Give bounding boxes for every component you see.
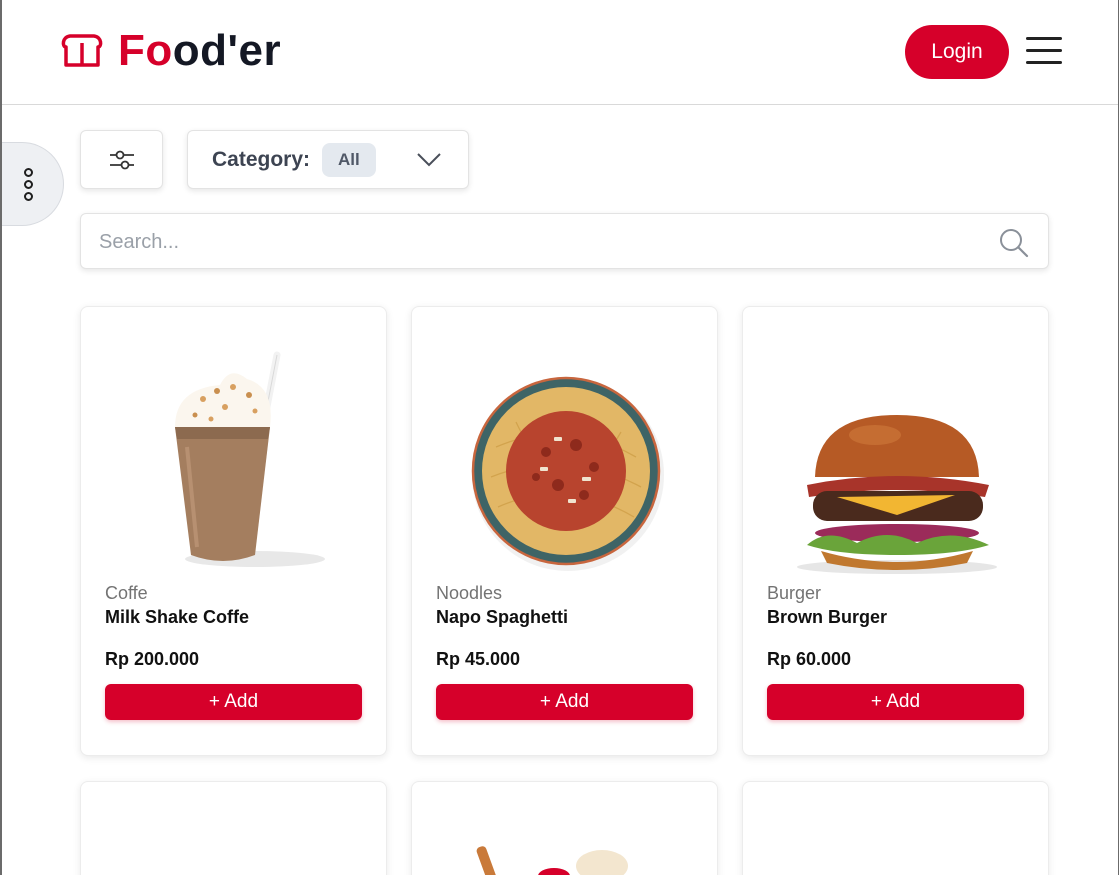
product-card[interactable]: Burger Brown Burger Rp 60.000 + Add: [742, 306, 1049, 756]
product-category: Burger: [767, 583, 822, 603]
product-card[interactable]: [80, 781, 387, 875]
product-card[interactable]: Noodles Napo Spaghetti Rp 45.000 + Add: [411, 306, 718, 756]
hamburger-menu-icon[interactable]: [1024, 34, 1064, 66]
filter-button[interactable]: [80, 130, 163, 189]
product-card[interactable]: Coffe Milk Shake Coffe Rp 200.000 + Add: [80, 306, 387, 756]
page: Food'er Login Category: All Search... Co…: [0, 0, 1119, 875]
product-category: Noodles: [436, 583, 503, 603]
brand-name: Food'er: [118, 28, 281, 74]
product-name: Brown Burger: [767, 607, 888, 627]
search-input[interactable]: [99, 226, 979, 258]
product-price: Rp 45.000: [436, 649, 521, 669]
login-button[interactable]: Login: [905, 25, 1009, 79]
sliders-icon: [109, 150, 134, 169]
product-card[interactable]: [411, 781, 718, 875]
more-vertical-icon: [24, 167, 33, 201]
product-price: Rp 200.000: [105, 649, 200, 669]
search-icon[interactable]: [998, 227, 1030, 259]
brand-logo[interactable]: Food'er: [60, 28, 281, 74]
product-category: Coffe: [105, 583, 148, 603]
add-to-cart-button[interactable]: + Add: [767, 684, 1024, 720]
brand-name-accent: Fo: [118, 26, 173, 75]
add-to-cart-button[interactable]: + Add: [105, 684, 362, 720]
search-bar: [80, 213, 1049, 269]
brand-name-rest: od'er: [172, 26, 282, 75]
milkshake-image: [175, 351, 325, 567]
header: Food'er Login: [2, 0, 1118, 105]
toast-bread-icon: [61, 34, 103, 67]
product-image: [476, 846, 628, 875]
spaghetti-image: [471, 376, 664, 571]
chevron-down-icon: [417, 153, 441, 167]
sidebar-toggle[interactable]: [2, 142, 64, 226]
product-price: Rp 60.000: [767, 649, 852, 669]
burger-image: [797, 415, 997, 574]
category-label: Category:: [212, 147, 311, 171]
category-selected-value: All: [322, 142, 376, 177]
product-card[interactable]: [742, 781, 1049, 875]
add-to-cart-button[interactable]: + Add: [436, 684, 693, 720]
product-name: Milk Shake Coffe: [105, 607, 250, 627]
product-name: Napo Spaghetti: [436, 607, 569, 627]
category-dropdown[interactable]: Category: All: [187, 130, 469, 189]
